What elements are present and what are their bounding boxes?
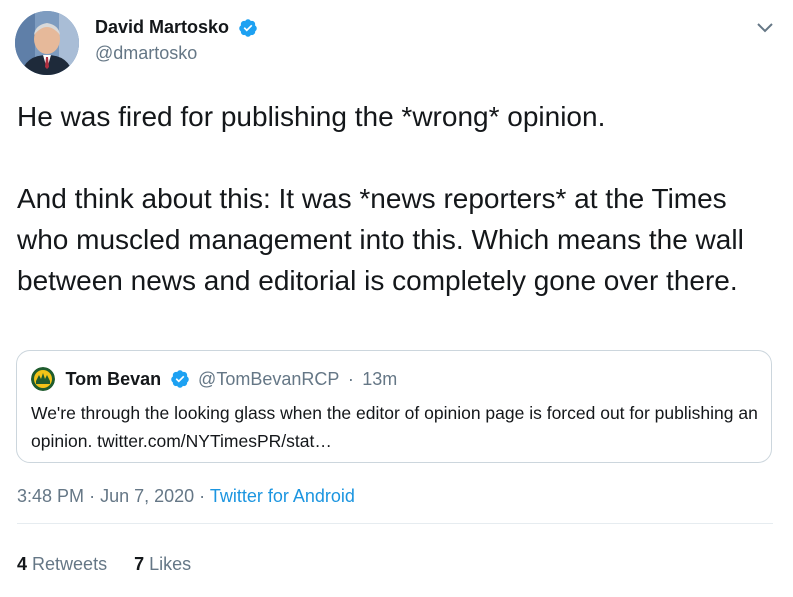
author-display-name[interactable]: David Martosko xyxy=(95,17,229,38)
tweet-date[interactable]: Jun 7, 2020 xyxy=(100,486,194,506)
retweets-count: 4 xyxy=(17,554,28,574)
meta-separator: · xyxy=(199,486,206,506)
quoted-tweet-header: Tom Bevan @TomBevanRCP · 13m xyxy=(31,367,397,391)
chevron-down-icon[interactable] xyxy=(753,15,777,39)
divider xyxy=(17,523,773,524)
verified-badge-icon xyxy=(170,369,190,389)
tweet-source-link[interactable]: Twitter for Android xyxy=(210,486,355,506)
author-avatar[interactable] xyxy=(15,11,79,75)
retweets-label: Retweets xyxy=(32,554,108,574)
author-handle[interactable]: @dmartosko xyxy=(95,43,258,64)
retweets-stat[interactable]: 4 Retweets xyxy=(17,554,107,575)
author-names: David Martosko @dmartosko xyxy=(95,17,258,64)
tweet-time[interactable]: 3:48 PM xyxy=(17,486,84,506)
likes-count: 7 xyxy=(134,554,145,574)
quoted-tweet-card[interactable]: Tom Bevan @TomBevanRCP · 13m We're throu… xyxy=(16,350,772,463)
quoted-author-avatar xyxy=(31,367,55,391)
quoted-author-name: Tom Bevan xyxy=(65,368,162,389)
tweet-stats: 4 Retweets 7 Likes xyxy=(17,554,213,575)
tweet-header: David Martosko @dmartosko xyxy=(13,11,783,75)
quoted-separator: · xyxy=(347,368,354,389)
meta-separator: · xyxy=(89,486,96,506)
quoted-author-handle: @TomBevanRCP xyxy=(198,368,340,389)
likes-stat[interactable]: 7 Likes xyxy=(134,554,191,575)
quoted-time: 13m xyxy=(362,368,398,389)
likes-label: Likes xyxy=(149,554,192,574)
tweet-text: He was fired for publishing the *wrong* … xyxy=(17,101,744,296)
quoted-tweet-text: We're through the looking glass when the… xyxy=(31,403,758,451)
tweet-metadata: 3:48 PM · Jun 7, 2020 · Twitter for Andr… xyxy=(17,486,355,507)
verified-badge-icon xyxy=(238,18,258,38)
